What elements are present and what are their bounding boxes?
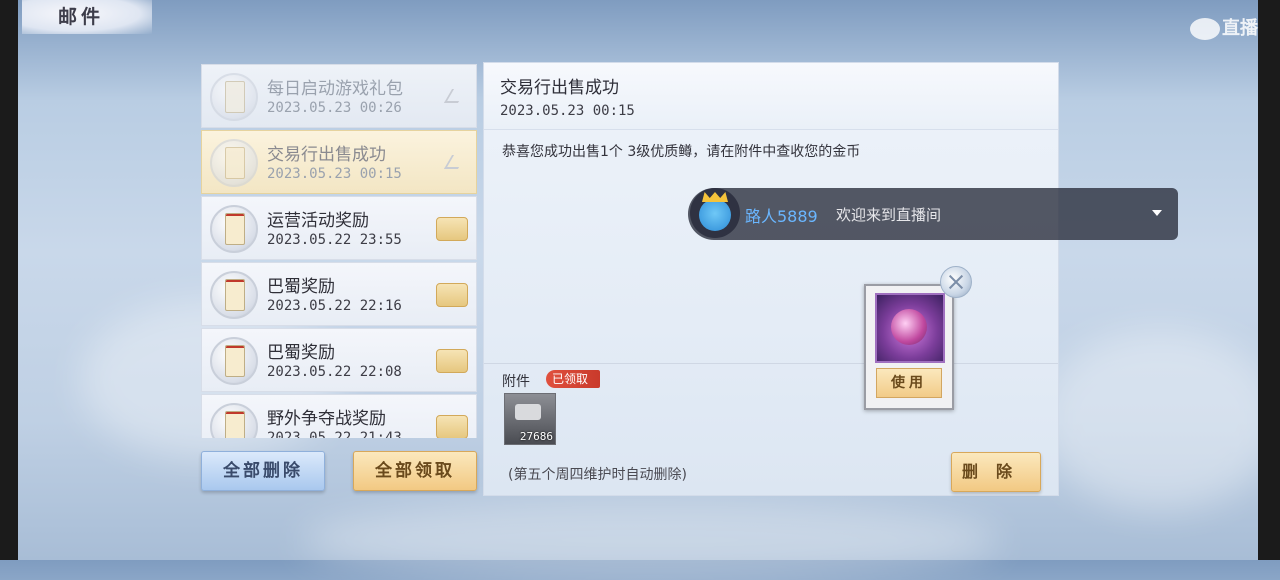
mail-subject: 运营活动奖励 <box>267 211 369 231</box>
gift-box-icon <box>436 349 468 373</box>
sealed-envelope-icon <box>210 271 258 319</box>
left-edge <box>0 0 18 560</box>
detail-time: 2023.05.23 00:15 <box>500 103 635 119</box>
window-title: 邮件 <box>58 6 105 28</box>
mail-subject: 巴蜀奖励 <box>267 343 335 363</box>
item-bag-icon[interactable] <box>875 293 945 363</box>
chevron-down-icon[interactable] <box>1152 210 1162 216</box>
sealed-envelope-icon <box>210 337 258 385</box>
mail-list[interactable]: 每日启动游戏礼包 2023.05.23 00:26 交易行出售成功 2023.0… <box>201 64 477 438</box>
mail-item[interactable]: 巴蜀奖励 2023.05.22 22:08 <box>201 328 477 392</box>
mail-subject: 每日启动游戏礼包 <box>267 79 403 99</box>
claimed-badge: 已领取 <box>546 370 601 388</box>
mail-time: 2023.05.23 00:26 <box>267 100 402 116</box>
toast-message: 欢迎来到直播间 <box>836 206 942 224</box>
claim-all-button[interactable]: 全部领取 <box>353 451 477 491</box>
gift-box-icon <box>436 415 468 438</box>
sealed-envelope-icon <box>210 403 258 438</box>
open-envelope-icon <box>210 73 258 121</box>
mail-time: 2023.05.22 22:16 <box>267 298 402 314</box>
mail-subject: 巴蜀奖励 <box>267 277 335 297</box>
mail-item[interactable]: 野外争夺战奖励 2023.05.22 21:43 <box>201 394 477 438</box>
detail-header: 交易行出售成功 2023.05.23 00:15 <box>484 63 1058 130</box>
mail-subject: 交易行出售成功 <box>267 145 386 165</box>
auto-delete-note: (第五个周四维护时自动删除) <box>508 467 687 483</box>
gift-box-icon <box>436 283 468 307</box>
gift-box-icon <box>436 217 468 241</box>
avatar <box>690 188 740 238</box>
delete-all-button[interactable]: 全部删除 <box>201 451 325 491</box>
silver-ingot-icon <box>515 404 541 420</box>
mail-item[interactable]: 运营活动奖励 2023.05.22 23:55 <box>201 196 477 260</box>
sealed-envelope-icon <box>210 205 258 253</box>
mail-time: 2023.05.22 21:43 <box>267 430 402 438</box>
right-edge <box>1258 0 1280 560</box>
detail-title: 交易行出售成功 <box>500 78 619 98</box>
item-popup: 使用 <box>864 284 954 410</box>
live-logo-icon <box>1190 18 1220 40</box>
attachment-count: 27686 <box>519 430 553 443</box>
detail-body: 恭喜您成功出售1个 3级优质鳟，请在附件中查收您的金币 <box>502 144 861 160</box>
live-welcome-toast[interactable]: 路人5889 欢迎来到直播间 <box>688 188 1178 240</box>
mail-time: 2023.05.22 22:08 <box>267 364 402 380</box>
divider <box>484 363 1058 364</box>
opened-icon <box>443 155 467 169</box>
mail-item-selected[interactable]: 交易行出售成功 2023.05.23 00:15 <box>201 130 477 194</box>
delete-button[interactable]: 删除 <box>951 452 1041 492</box>
mail-subject: 野外争夺战奖励 <box>267 409 386 429</box>
attachment-label: 附件 <box>502 374 530 390</box>
close-icon[interactable] <box>940 266 972 298</box>
attachment-item[interactable]: 27686 <box>504 393 556 445</box>
watermark-text: 直播 <box>1222 18 1258 39</box>
mail-time: 2023.05.22 23:55 <box>267 232 402 248</box>
mail-item[interactable]: 巴蜀奖励 2023.05.22 22:16 <box>201 262 477 326</box>
live-watermark: 直播 <box>1190 14 1258 40</box>
mail-time: 2023.05.23 00:15 <box>267 166 402 182</box>
open-envelope-icon <box>210 139 258 187</box>
opened-icon <box>443 89 467 103</box>
toast-user: 路人5889 <box>745 207 818 226</box>
use-button[interactable]: 使用 <box>876 368 942 398</box>
mail-item[interactable]: 每日启动游戏礼包 2023.05.23 00:26 <box>201 64 477 128</box>
mail-detail-panel: 交易行出售成功 2023.05.23 00:15 恭喜您成功出售1个 3级优质鳟… <box>483 62 1059 496</box>
